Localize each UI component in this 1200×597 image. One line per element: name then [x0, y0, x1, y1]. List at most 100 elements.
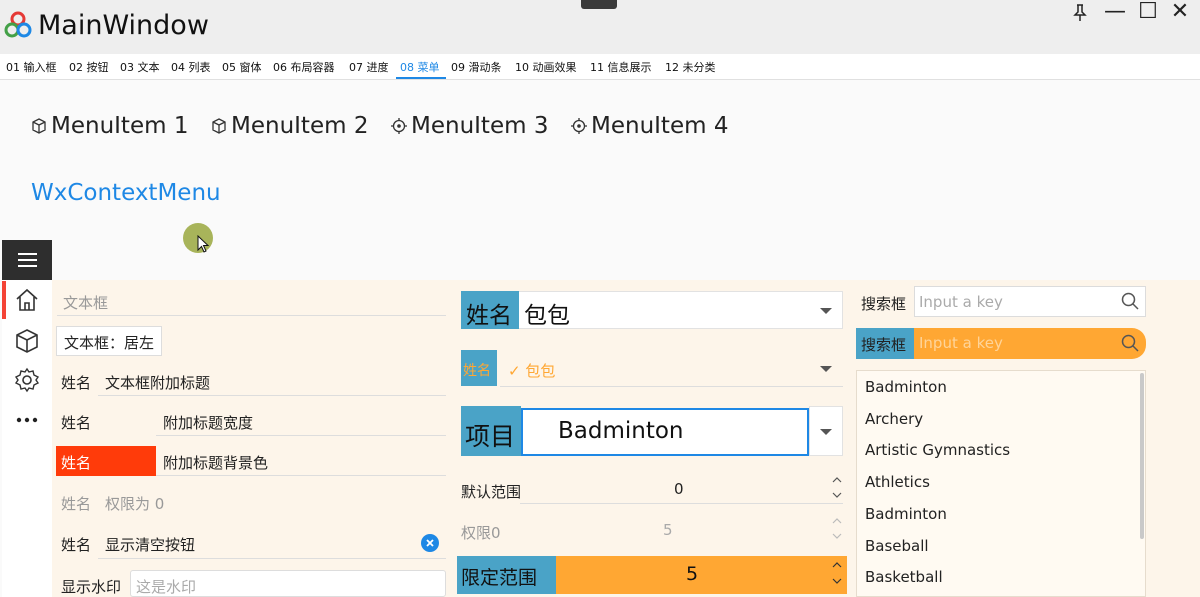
list-item[interactable]: Archery [865, 410, 923, 428]
menu-item-1[interactable]: MenuItem 1 [31, 110, 188, 142]
clear-button[interactable] [421, 534, 439, 552]
textbox-placeholder[interactable]: 文本框 [63, 292, 108, 313]
close-icon [421, 534, 439, 552]
chevron-down-icon [832, 533, 842, 539]
tab-01[interactable]: 01 输入框 [6, 59, 57, 75]
pin-button[interactable] [1063, 0, 1097, 26]
menu-item-3[interactable]: MenuItem 3 [391, 110, 548, 142]
cube-icon[interactable] [14, 328, 40, 354]
title-bar: MainWindow — ☐ ✕ [0, 0, 1200, 54]
chevron-down-icon[interactable] [832, 578, 842, 584]
list-item[interactable]: Badminton [865, 505, 947, 523]
tab-bar: 01 输入框 02 按钮 03 文本 04 列表 05 窗体 06 布局容器 0… [0, 54, 1200, 80]
tab-08[interactable]: 08 菜单 [400, 59, 440, 75]
num-disabled-label: 权限0 [461, 522, 501, 543]
drag-grip[interactable] [581, 0, 617, 9]
field-underline [156, 435, 446, 436]
field-underline [156, 475, 446, 476]
tab-07[interactable]: 07 进度 [349, 59, 389, 75]
window-title: MainWindow [38, 10, 209, 41]
search-orange-label: 搜索框 [861, 334, 906, 355]
tab-11[interactable]: 11 信息展示 [590, 59, 652, 75]
watermark-input[interactable]: 这是水印 [130, 570, 446, 597]
chevron-down-icon[interactable] [832, 492, 842, 498]
search-icon[interactable] [1121, 334, 1139, 352]
field-title-label: 姓名 [61, 372, 91, 393]
menu-item-label: MenuItem 3 [411, 113, 548, 139]
active-tab-indicator [396, 77, 446, 79]
num-disabled-value: 5 [663, 521, 673, 539]
minimize-button[interactable]: — [1098, 0, 1132, 26]
num-default-label: 默认范围 [461, 481, 521, 502]
home-icon[interactable] [14, 287, 40, 313]
num-range-input[interactable] [556, 556, 847, 594]
watermark-label: 显示水印 [61, 576, 121, 597]
chevron-up-icon [832, 518, 842, 524]
field-disabled-value: 权限为 0 [105, 493, 164, 514]
tab-02[interactable]: 02 按钮 [69, 59, 109, 75]
field-disabled-label: 姓名 [61, 493, 91, 514]
field-bg-value[interactable]: 附加标题背景色 [163, 452, 268, 473]
field-bg-label: 姓名 [61, 452, 91, 473]
menu-item-2[interactable]: MenuItem 2 [211, 110, 368, 142]
list-item[interactable]: Basketball [865, 568, 943, 586]
field-width-value[interactable]: 附加标题宽度 [163, 412, 253, 433]
field-clear-value[interactable]: 显示清空按钮 [105, 534, 195, 555]
chevron-up-icon[interactable] [832, 562, 842, 568]
list-item[interactable]: Athletics [865, 473, 930, 491]
list-item[interactable]: Artistic Gymnastics [865, 441, 1010, 459]
list-item[interactable]: Baseball [865, 537, 929, 555]
num-underline [520, 503, 843, 504]
combo-project-label: 项目 [465, 417, 515, 453]
menu-item-label: MenuItem 4 [591, 113, 728, 139]
nav-active-indicator [2, 281, 6, 319]
chevron-down-icon [820, 308, 832, 314]
search-orange-placeholder: Input a key [919, 334, 1003, 352]
target-icon [391, 118, 407, 134]
tab-10[interactable]: 10 动画效果 [515, 59, 577, 75]
close-button[interactable]: ✕ [1163, 0, 1197, 26]
search-icon[interactable] [1121, 292, 1139, 310]
cursor-arrow-icon [197, 235, 209, 253]
gear-icon[interactable] [14, 367, 40, 393]
maximize-button[interactable]: ☐ [1131, 0, 1165, 26]
field-width-label: 姓名 [61, 412, 91, 433]
field-clear-label: 姓名 [61, 534, 91, 555]
list-item[interactable]: Badminton [865, 378, 947, 396]
combo-check-value[interactable]: ✓ 包包 [508, 360, 555, 381]
left-aligned-textbox[interactable]: 文本框：居左 [56, 326, 162, 356]
field-title-value[interactable]: 文本框附加标题 [105, 372, 210, 393]
tab-06[interactable]: 06 布局容器 [273, 59, 335, 75]
sports-listbox[interactable]: Badminton Archery Artistic Gymnastics At… [856, 370, 1146, 597]
combo-project-value: Badminton [558, 418, 684, 444]
combo-name-label: 姓名 [466, 296, 512, 330]
pin-icon [1073, 4, 1087, 22]
search-placeholder: Input a key [919, 293, 1003, 311]
tab-03[interactable]: 03 文本 [120, 59, 160, 75]
menu-item-4[interactable]: MenuItem 4 [571, 110, 728, 142]
nav-toggle-button[interactable] [2, 240, 52, 280]
more-icon[interactable] [14, 407, 40, 433]
chevron-up-icon[interactable] [832, 477, 842, 483]
num-default-value[interactable]: 0 [674, 480, 684, 498]
context-menu-trigger[interactable]: WxContextMenu [31, 180, 221, 206]
cube-icon [211, 118, 227, 134]
menu-item-label: MenuItem 1 [51, 113, 188, 139]
menu-item-label: MenuItem 2 [231, 113, 368, 139]
tab-05[interactable]: 05 窗体 [222, 59, 262, 75]
listbox-scrollbar[interactable] [1140, 373, 1144, 539]
textbox-underline [57, 315, 446, 316]
chevron-down-icon [820, 429, 832, 435]
search-label: 搜索框 [861, 293, 906, 314]
num-range-label: 限定范围 [461, 563, 537, 590]
combo-check-label: 姓名 [463, 360, 491, 380]
tab-12[interactable]: 12 未分类 [665, 59, 716, 75]
tab-04[interactable]: 04 列表 [171, 59, 211, 75]
cube-icon [31, 118, 47, 134]
combo-name-value: 包包 [524, 296, 570, 330]
chevron-down-icon [820, 366, 832, 372]
combo-underline [500, 386, 843, 387]
tab-09[interactable]: 09 滑动条 [451, 59, 502, 75]
num-range-value: 5 [686, 563, 698, 585]
field-underline [98, 558, 446, 559]
